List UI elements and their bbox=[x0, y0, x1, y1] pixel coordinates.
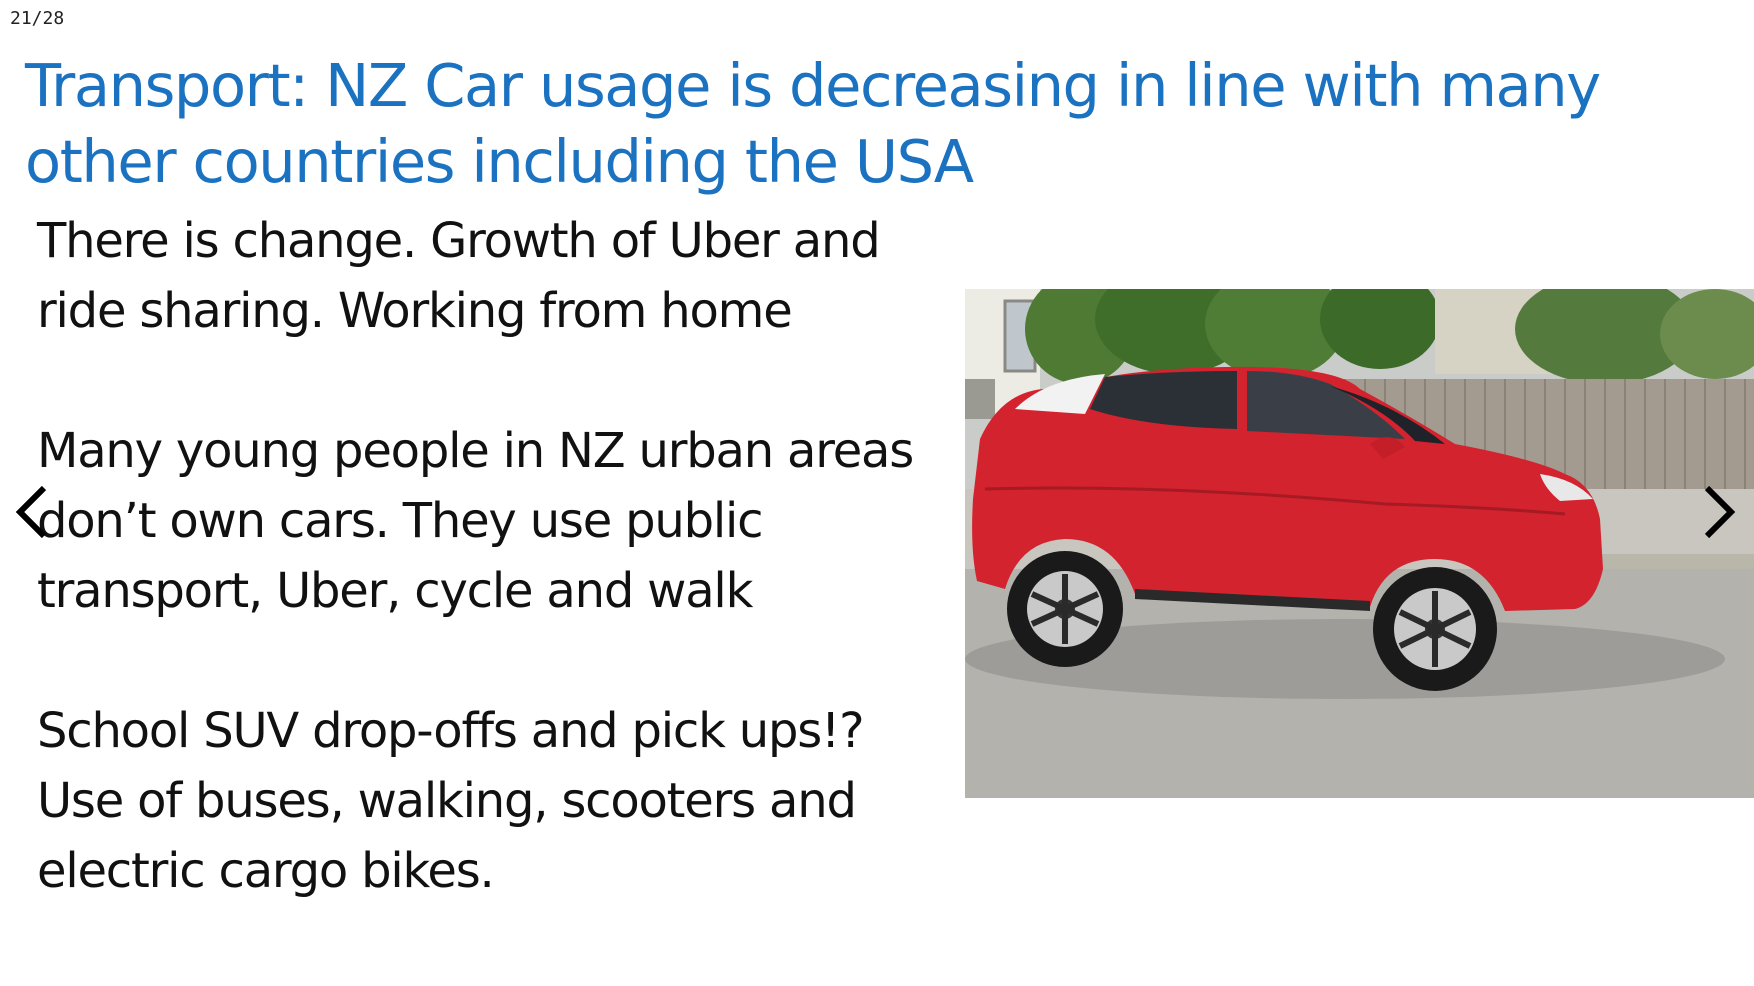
body-line: electric cargo bikes. bbox=[37, 843, 495, 899]
body-line: transport, Uber, cycle and walk bbox=[37, 563, 753, 619]
chevron-right-icon bbox=[1704, 485, 1736, 539]
body-line: ride sharing. Working from home bbox=[37, 283, 793, 339]
body-line: There is change. Growth of Uber and bbox=[37, 213, 881, 269]
paragraph-change: There is change. Growth of Uber and ride… bbox=[37, 206, 967, 346]
chevron-left-icon bbox=[15, 485, 47, 539]
prev-slide-button[interactable] bbox=[10, 480, 54, 544]
paragraph-school: School SUV drop-offs and pick ups!? Use … bbox=[37, 696, 967, 906]
body-line: School SUV drop-offs and pick ups!? bbox=[37, 703, 865, 759]
next-slide-button[interactable] bbox=[1697, 480, 1741, 544]
slide-counter: 21/28 bbox=[10, 8, 65, 29]
car-photo bbox=[965, 289, 1754, 798]
house-porch bbox=[965, 379, 995, 419]
car-illustration bbox=[965, 289, 1754, 798]
body-line: Many young people in NZ urban areas bbox=[37, 423, 914, 479]
car-wheel-front bbox=[1373, 567, 1497, 691]
paragraph-young-people: Many young people in NZ urban areas don’… bbox=[37, 416, 967, 626]
car-wheel-rear bbox=[1007, 551, 1123, 667]
slide-body: There is change. Growth of Uber and ride… bbox=[37, 206, 967, 976]
body-line: don’t own cars. They use public bbox=[37, 493, 764, 549]
body-line: Use of buses, walking, scooters and bbox=[37, 773, 857, 829]
slide-title: Transport: NZ Car usage is decreasing in… bbox=[25, 51, 1601, 196]
